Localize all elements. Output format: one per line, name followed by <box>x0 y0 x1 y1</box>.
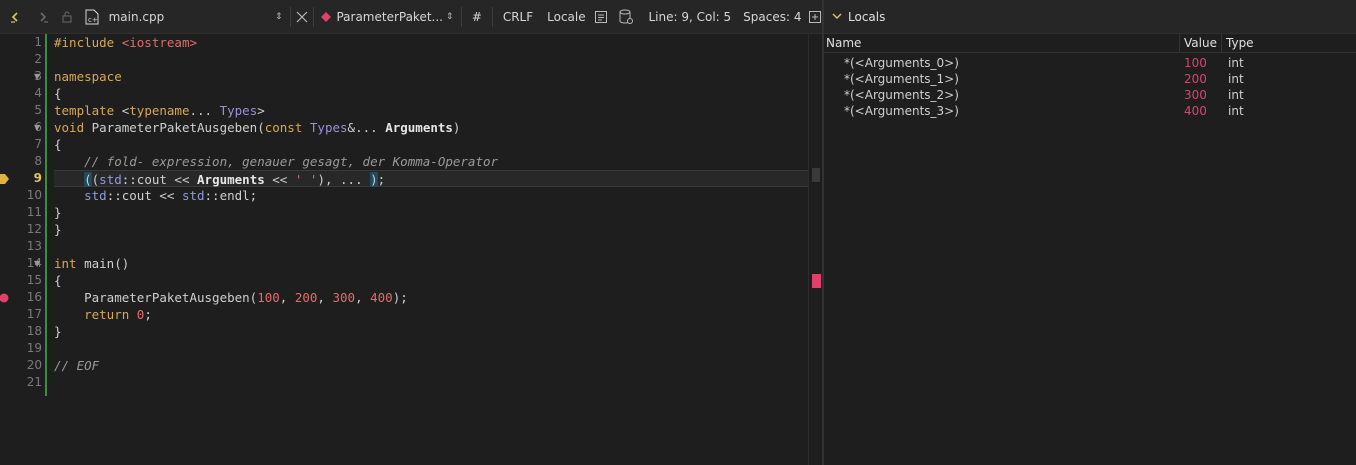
code-line: template <typename... Types> <box>54 103 265 118</box>
file-name[interactable]: main.cpp <box>109 0 272 34</box>
code-line: } <box>54 205 62 220</box>
scrollbar-breakpoint-marker <box>812 274 821 288</box>
forward-icon[interactable] <box>36 9 50 25</box>
encoding-button[interactable]: Locale <box>539 0 593 34</box>
code-line: } <box>54 324 62 339</box>
cursor-position[interactable]: Line: 9, Col: 5 <box>642 0 737 34</box>
code-line: ParameterPaketAusgeben(100, 200, 300, 40… <box>54 290 408 305</box>
svg-text:c+: c+ <box>88 16 98 24</box>
locals-rows: *(<Arguments_0>) 100 int *(<Arguments_1>… <box>824 53 1356 119</box>
code-area[interactable]: #include <iostream> namespace { template… <box>54 34 808 391</box>
variable-type: int <box>1228 104 1244 118</box>
function-symbol-icon <box>318 9 332 25</box>
function-dropdown-icon[interactable]: ⇕ <box>442 9 456 25</box>
scrollbar-thumb[interactable] <box>812 168 820 182</box>
code-line: // EOF <box>54 358 100 373</box>
column-name[interactable]: Name <box>824 34 1180 52</box>
cpp-file-icon: c+ <box>85 9 99 25</box>
variable-type: int <box>1228 56 1244 70</box>
format-icon[interactable] <box>594 9 608 25</box>
variable-type: int <box>1228 72 1244 86</box>
current-instruction-arrow-icon <box>0 174 9 184</box>
locals-row[interactable]: *(<Arguments_3>) 400 int <box>824 103 1356 119</box>
code-line: int main() <box>54 256 130 271</box>
code-line: std::cout << std::endl; <box>84 188 258 203</box>
database-icon[interactable] <box>619 9 634 25</box>
variable-value[interactable]: 100 <box>1180 55 1226 71</box>
breakpoint-icon[interactable] <box>0 293 9 303</box>
back-icon[interactable] <box>9 9 23 25</box>
locals-header[interactable]: Locals <box>824 0 1356 34</box>
variable-type: int <box>1228 88 1244 102</box>
current-code-line: ((std::cout << Arguments << ' '), ... ); <box>54 170 808 187</box>
locals-row[interactable]: *(<Arguments_2>) 300 int <box>824 87 1356 103</box>
variable-name: *(<Arguments_2>) <box>844 88 959 102</box>
locals-title: Locals <box>848 9 886 24</box>
editor-toolbar: c+ main.cpp ⇕ ParameterPaket... ⇕ # CRLF… <box>0 0 822 34</box>
change-indicator-bar <box>45 34 47 396</box>
variable-value[interactable]: 400 <box>1180 103 1226 119</box>
code-line: { <box>54 137 62 152</box>
column-value[interactable]: Value <box>1180 34 1222 52</box>
breakpoint-margin[interactable] <box>0 34 14 465</box>
variable-value[interactable]: 300 <box>1180 87 1226 103</box>
chevron-down-icon[interactable] <box>832 10 842 24</box>
file-dropdown-icon[interactable]: ⇕ <box>272 9 286 25</box>
code-line: } <box>54 222 62 237</box>
variable-name: *(<Arguments_1>) <box>844 72 959 86</box>
add-panel-icon[interactable] <box>807 9 821 25</box>
locals-panel: Locals Name Value Type *(<Arguments_0>) … <box>824 0 1356 465</box>
column-type[interactable]: Type <box>1222 34 1254 52</box>
code-line: #include <iostream> <box>54 35 197 50</box>
line-ending-button[interactable]: CRLF <box>497 0 539 34</box>
code-line: { <box>54 86 62 101</box>
code-line: { <box>54 273 62 288</box>
variable-name: *(<Arguments_0>) <box>844 56 959 70</box>
indent-setting[interactable]: Spaces: 4 <box>737 0 807 34</box>
code-editor[interactable]: 1 2 3 4 5 6 7 8 9 10 11 12 13 14 15 16 1… <box>0 34 808 465</box>
variable-value[interactable]: 200 <box>1180 71 1226 87</box>
locals-column-headers: Name Value Type <box>824 34 1356 53</box>
hash-button[interactable]: # <box>466 0 488 34</box>
close-icon[interactable] <box>295 9 309 25</box>
code-line: // fold- expression, genauer gesagt, der… <box>84 154 499 169</box>
function-selector[interactable]: ParameterPaket... <box>336 0 443 34</box>
code-line: void ParameterPaketAusgeben(const Types&… <box>54 120 461 135</box>
variable-name: *(<Arguments_3>) <box>844 104 959 118</box>
code-line: namespace <box>54 69 122 84</box>
code-line: return 0; <box>84 307 152 322</box>
locals-row[interactable]: *(<Arguments_0>) 100 int <box>824 55 1356 71</box>
lock-icon[interactable] <box>60 9 74 25</box>
locals-row[interactable]: *(<Arguments_1>) 200 int <box>824 71 1356 87</box>
vertical-scrollbar[interactable] <box>808 34 823 465</box>
